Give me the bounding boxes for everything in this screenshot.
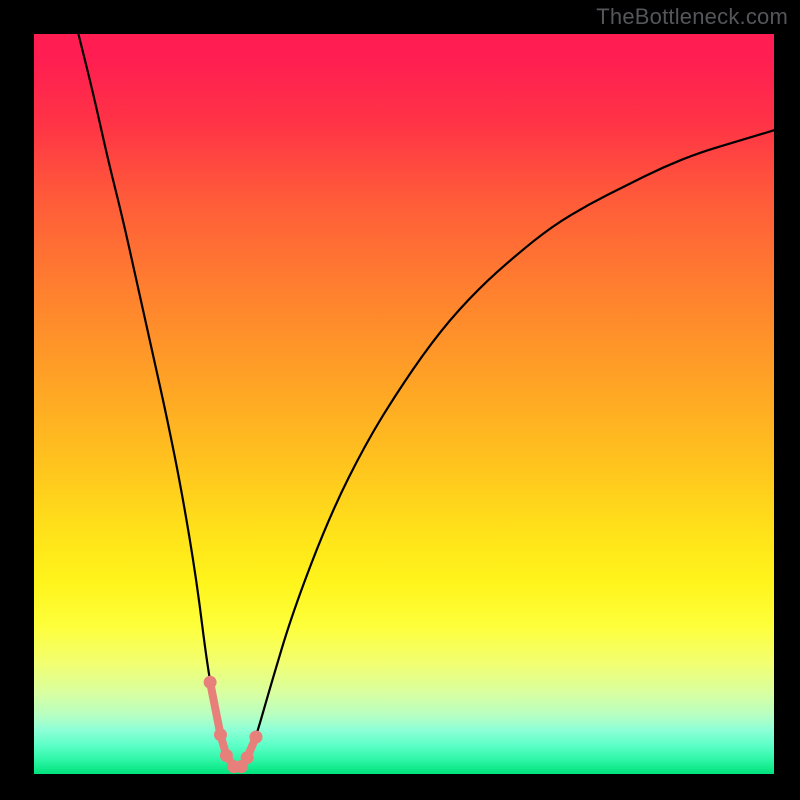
- chart-container: TheBottleneck.com: [0, 0, 800, 800]
- watermark-text: TheBottleneck.com: [596, 4, 788, 30]
- bottleneck-curve: [34, 34, 774, 774]
- bottleneck-line: [78, 34, 774, 767]
- optimal-zone-dots: [204, 676, 263, 773]
- plot-area: [34, 34, 774, 774]
